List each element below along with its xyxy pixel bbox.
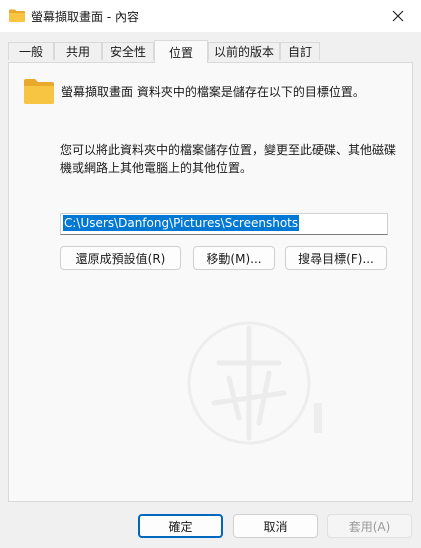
tab-sharing[interactable]: 共用 (54, 42, 102, 60)
ok-button[interactable]: 確定 (138, 514, 223, 538)
folder-icon (9, 9, 25, 22)
help-text: 您可以將此資料夾中的檔案儲存位置，變更至此硬碟、其他磁碟機或網路上其他電腦上的其… (60, 143, 397, 175)
tab-general[interactable]: 一般 (8, 42, 54, 60)
window-title: 螢幕擷取畫面 - 內容 (31, 10, 139, 24)
close-icon (392, 10, 404, 22)
close-button[interactable] (375, 0, 421, 32)
restore-default-button[interactable]: 還原成預設值(R) (60, 246, 181, 270)
apply-button[interactable]: 套用(A) (327, 514, 412, 538)
tab-security[interactable]: 安全性 (102, 42, 154, 60)
tab-previous-versions[interactable]: 以前的版本 (208, 42, 280, 60)
cancel-button[interactable]: 取消 (233, 514, 318, 538)
tab-customize[interactable]: 自訂 (280, 42, 320, 60)
path-input[interactable]: C:\Users\Danfong\Pictures\Screenshots (60, 213, 388, 235)
title-bar: 螢幕擷取畫面 - 內容 (0, 0, 421, 32)
folder-icon (24, 79, 54, 104)
location-panel: 螢幕擷取畫面 資料夾中的檔案是儲存在以下的目標位置。 您可以將此資料夾中的檔案儲… (8, 62, 413, 502)
watermark-seal-icon (187, 321, 322, 445)
folder-description: 螢幕擷取畫面 資料夾中的檔案是儲存在以下的目標位置。 (61, 85, 365, 99)
move-button[interactable]: 移動(M)... (193, 246, 275, 270)
find-target-button[interactable]: 搜尋目標(F)... (285, 246, 387, 270)
path-value: C:\Users\Danfong\Pictures\Screenshots (63, 215, 300, 231)
tab-strip: 一般 共用 安全性 位置 以前的版本 自訂 (8, 40, 413, 63)
tab-location[interactable]: 位置 (154, 40, 208, 63)
